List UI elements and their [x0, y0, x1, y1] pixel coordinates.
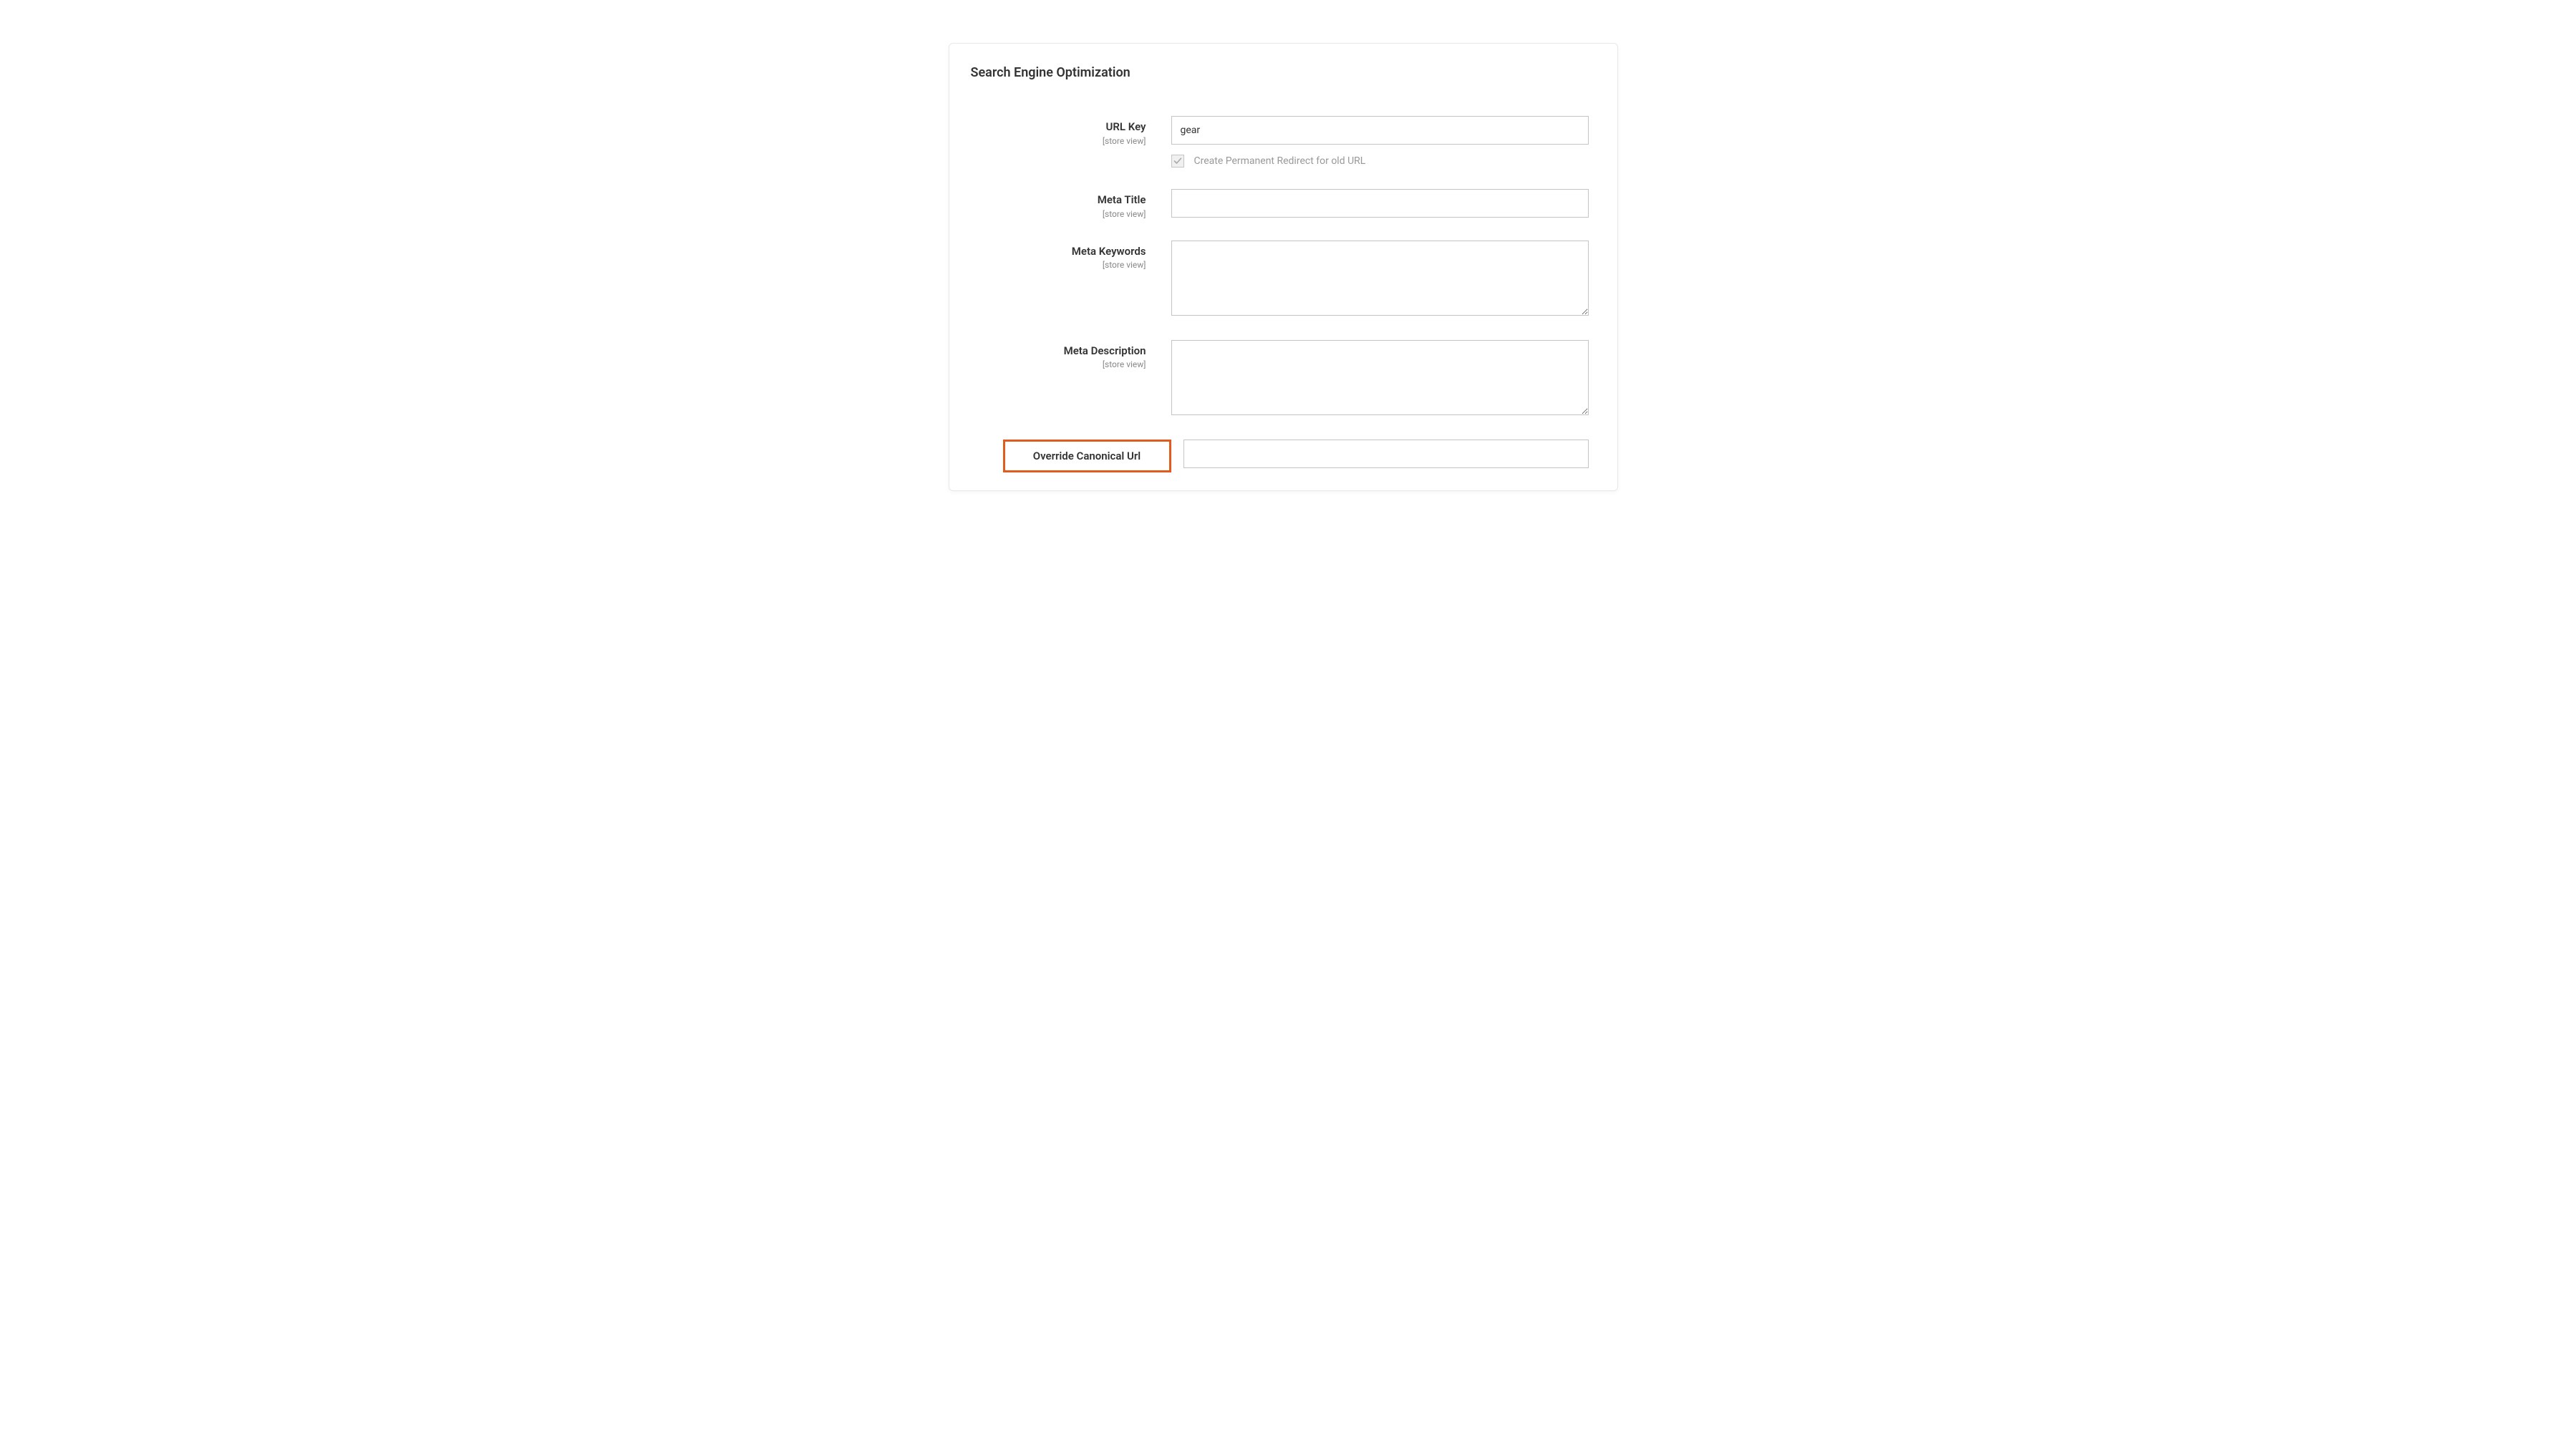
url-key-input[interactable]	[1171, 116, 1589, 145]
field-row-url-key: URL Key [store view] Create Permanent Re…	[971, 116, 1589, 168]
redirect-checkbox-label: Create Permanent Redirect for old URL	[1194, 155, 1366, 167]
label-col-override-canonical: Override Canonical Url	[1003, 440, 1171, 473]
field-row-override-canonical: Override Canonical Url	[971, 440, 1589, 473]
section-title: Search Engine Optimization	[971, 65, 1589, 80]
field-row-meta-keywords: Meta Keywords [store view]	[971, 241, 1589, 319]
input-col-url-key: Create Permanent Redirect for old URL	[1171, 116, 1589, 168]
meta-description-label: Meta Description	[1064, 344, 1146, 357]
meta-description-scope: [store view]	[971, 359, 1146, 369]
input-col-override-canonical	[1183, 440, 1589, 468]
input-col-meta-keywords	[1171, 241, 1589, 319]
meta-keywords-input[interactable]	[1171, 241, 1589, 316]
seo-panel: Search Engine Optimization URL Key [stor…	[949, 43, 1618, 491]
checkmark-icon	[1173, 157, 1182, 165]
override-canonical-input[interactable]	[1183, 440, 1589, 468]
meta-keywords-scope: [store view]	[971, 260, 1146, 270]
field-row-meta-title: Meta Title [store view]	[971, 189, 1589, 219]
override-canonical-label: Override Canonical Url	[1033, 450, 1141, 462]
label-col-meta-description: Meta Description [store view]	[971, 340, 1171, 370]
redirect-checkbox	[1171, 155, 1184, 168]
label-col-url-key: URL Key [store view]	[971, 116, 1171, 146]
meta-title-input[interactable]	[1171, 189, 1589, 218]
meta-title-scope: [store view]	[971, 209, 1146, 219]
url-key-scope: [store view]	[971, 136, 1146, 146]
url-key-label: URL Key	[1106, 120, 1146, 133]
meta-description-input[interactable]	[1171, 340, 1589, 415]
field-row-meta-description: Meta Description [store view]	[971, 340, 1589, 418]
meta-keywords-label: Meta Keywords	[1072, 245, 1146, 258]
input-col-meta-title	[1171, 189, 1589, 218]
input-col-meta-description	[1171, 340, 1589, 418]
redirect-checkbox-row: Create Permanent Redirect for old URL	[1171, 155, 1589, 168]
label-col-meta-keywords: Meta Keywords [store view]	[971, 241, 1171, 271]
meta-title-label: Meta Title	[1098, 193, 1146, 206]
label-col-meta-title: Meta Title [store view]	[971, 189, 1171, 219]
